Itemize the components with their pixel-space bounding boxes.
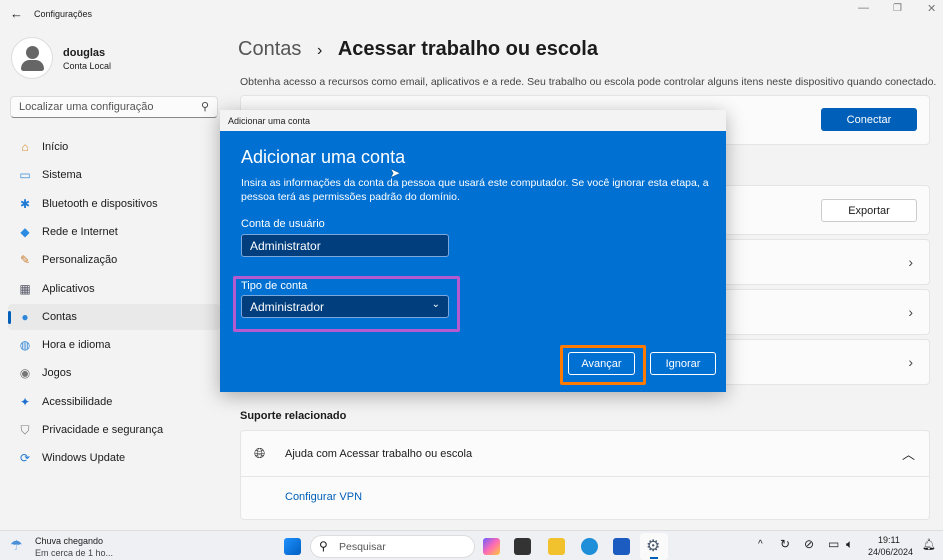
chevron-right-icon: › — [908, 304, 913, 320]
sidebar-item-aplicativos[interactable]: ▦ Aplicativos — [8, 276, 220, 302]
home-icon: ⌂ — [21, 140, 29, 154]
sidebar-item-contas[interactable]: ● Contas — [8, 303, 220, 330]
windows-start-icon[interactable] — [284, 538, 301, 555]
clock-date[interactable]: 24/06/2024 — [868, 547, 913, 557]
search-icon: ⚲ — [200, 101, 209, 113]
taskbar-search[interactable]: ⚲ Pesquisar — [310, 535, 475, 558]
task-view-icon[interactable] — [514, 538, 531, 555]
sidebar-item-acessibilidade[interactable]: ✦ Acessibilidade — [8, 389, 220, 415]
wifi-icon: ◆ — [20, 224, 30, 239]
page-title: Acessar trabalho ou escola — [337, 38, 598, 60]
breadcrumb: Contas › Acessar trabalho ou escola — [238, 38, 598, 60]
sidebar-item-label: Privacidade e segurança — [42, 424, 164, 436]
close-icon[interactable]: ✕ — [927, 2, 936, 15]
settings-taskbar-button[interactable]: ⚙ — [640, 533, 668, 560]
type-label: Tipo de conta — [241, 280, 308, 292]
sidebar-item-personaliza-o[interactable]: ✎ Personalização — [8, 247, 220, 273]
title-bar: ← Configurações — ❐ ✕ — [0, 0, 943, 28]
vpn-link[interactable]: Configurar VPN — [285, 491, 362, 503]
sidebar-item-bluetooth-e-dispositivos[interactable]: ✱ Bluetooth e dispositivos — [8, 191, 220, 217]
next-button[interactable]: Avançar — [568, 352, 635, 375]
sidebar-item-label: Windows Update — [42, 452, 126, 465]
export-button[interactable]: Exportar — [821, 199, 917, 222]
chevron-right-icon: › — [908, 354, 913, 370]
system-icon: ▭ — [19, 168, 31, 183]
bluetooth-icon: ✱ — [19, 196, 31, 211]
weather-rain-icon: ☂ — [10, 537, 23, 553]
network-icon[interactable]: ⊘ — [804, 537, 814, 551]
notification-bell-icon[interactable]: 🔔︎ — [922, 538, 936, 551]
sidebar-item-label: Sistema — [42, 169, 82, 182]
window-title: Configurações — [34, 9, 93, 19]
dialog-text: Insira as informações da conta da pessoa… — [241, 177, 709, 203]
sidebar-item-label: Personalização — [42, 254, 118, 267]
chevron-down-icon: ⌄ — [431, 299, 440, 310]
related-heading: Suporte relacionado — [240, 410, 347, 422]
sidebar-item-label: Contas — [42, 310, 77, 323]
sidebar-item-label: Rede e Internet — [42, 225, 118, 238]
clock-time[interactable]: 19:11 — [878, 535, 900, 545]
accessibility-icon: ✦ — [19, 394, 31, 409]
dialog-title-bar: Adicionar uma conta — [220, 110, 726, 131]
gear-icon: ⚙ — [646, 538, 661, 555]
account-type-select[interactable]: Administrador ⌄ — [241, 295, 449, 318]
back-icon[interactable]: ← — [10, 6, 23, 21]
chevron-right-icon: › — [908, 254, 913, 270]
copilot-icon[interactable] — [483, 538, 500, 555]
sidebar-item-hora-e-idioma[interactable]: ◍ Hora e idioma — [8, 332, 220, 358]
search-icon: ⚲ — [319, 539, 328, 553]
sidebar-item-label: Acessibilidade — [42, 395, 113, 408]
user-name: douglas — [63, 47, 106, 59]
sidebar-item-sistema[interactable]: ▭ Sistema — [8, 162, 220, 188]
avatar — [11, 37, 53, 79]
person-icon: ● — [21, 309, 29, 324]
sidebar-item-jogos[interactable]: ◉ Jogos — [8, 360, 220, 386]
sidebar-item-label: Aplicativos — [42, 282, 95, 295]
chevron-up-icon[interactable]: ^ — [758, 539, 763, 550]
volume-icon[interactable]: 🔈︎ — [846, 537, 853, 552]
user-account-input[interactable]: Administrator — [241, 234, 449, 257]
shield-icon: ⛉ — [20, 422, 30, 437]
skip-button[interactable]: Ignorar — [650, 352, 716, 375]
dialog-heading: Adicionar uma conta — [241, 147, 406, 167]
globe-icon: 🌐︎ — [254, 445, 266, 461]
chevron-up-icon: ︿ — [901, 447, 915, 462]
sidebar-item-privacidade-e-seguran-a[interactable]: ⛉ Privacidade e segurança — [8, 417, 220, 443]
sidebar-item-label: Jogos — [42, 367, 72, 380]
breadcrumb-contas[interactable]: Contas — [238, 38, 301, 60]
sync-icon[interactable]: ↻ — [780, 537, 790, 551]
sidebar-item-rede-e-internet[interactable]: ◆ Rede e Internet — [8, 219, 220, 245]
sidebar-item-label: Hora e idioma — [42, 339, 111, 352]
gamepad-icon: ◉ — [19, 366, 31, 381]
sidebar-item-in-cio[interactable]: ⌂ Início — [8, 134, 220, 160]
taskbar: ☂ Chuva chegando Em cerca de 1 ho... ⚲ P… — [0, 530, 943, 560]
user-label: Conta de usuário — [241, 218, 325, 230]
sidebar-item-label: Início — [42, 141, 69, 153]
sidebar-item-label: Bluetooth e dispositivos — [42, 197, 158, 210]
page-description: Obtenha acesso a recursos como email, ap… — [240, 76, 937, 88]
apps-icon: ▦ — [19, 281, 31, 296]
sidebar-item-windows-update[interactable]: ⟳ Windows Update — [8, 445, 220, 471]
weather-subtitle[interactable]: Em cerca de 1 ho... — [35, 548, 113, 558]
connect-button[interactable]: Conectar — [821, 108, 917, 131]
maximize-icon[interactable]: ❐ — [893, 3, 902, 14]
brush-icon: ✎ — [19, 253, 31, 268]
help-card: 🌐︎ Ajuda com Acessar trabalho ou escola … — [240, 430, 930, 520]
update-icon: ⟳ — [19, 451, 31, 466]
add-account-dialog: Adicionar uma conta Adicionar uma conta … — [220, 110, 726, 392]
store-icon[interactable] — [613, 538, 630, 555]
search-input[interactable]: Localizar uma configuração ⚲ — [10, 96, 218, 118]
mouse-cursor-icon: ➤ — [390, 166, 401, 180]
globe-icon: ◍ — [19, 338, 31, 353]
help-expander[interactable]: 🌐︎ Ajuda com Acessar trabalho ou escola … — [241, 431, 929, 477]
display-icon[interactable]: ▭ — [828, 537, 839, 551]
weather-title[interactable]: Chuva chegando — [35, 536, 103, 546]
file-explorer-icon[interactable] — [548, 538, 565, 555]
user-type: Conta Local — [63, 61, 112, 71]
edge-icon[interactable] — [581, 538, 598, 555]
minimize-icon[interactable]: — — [858, 2, 869, 14]
